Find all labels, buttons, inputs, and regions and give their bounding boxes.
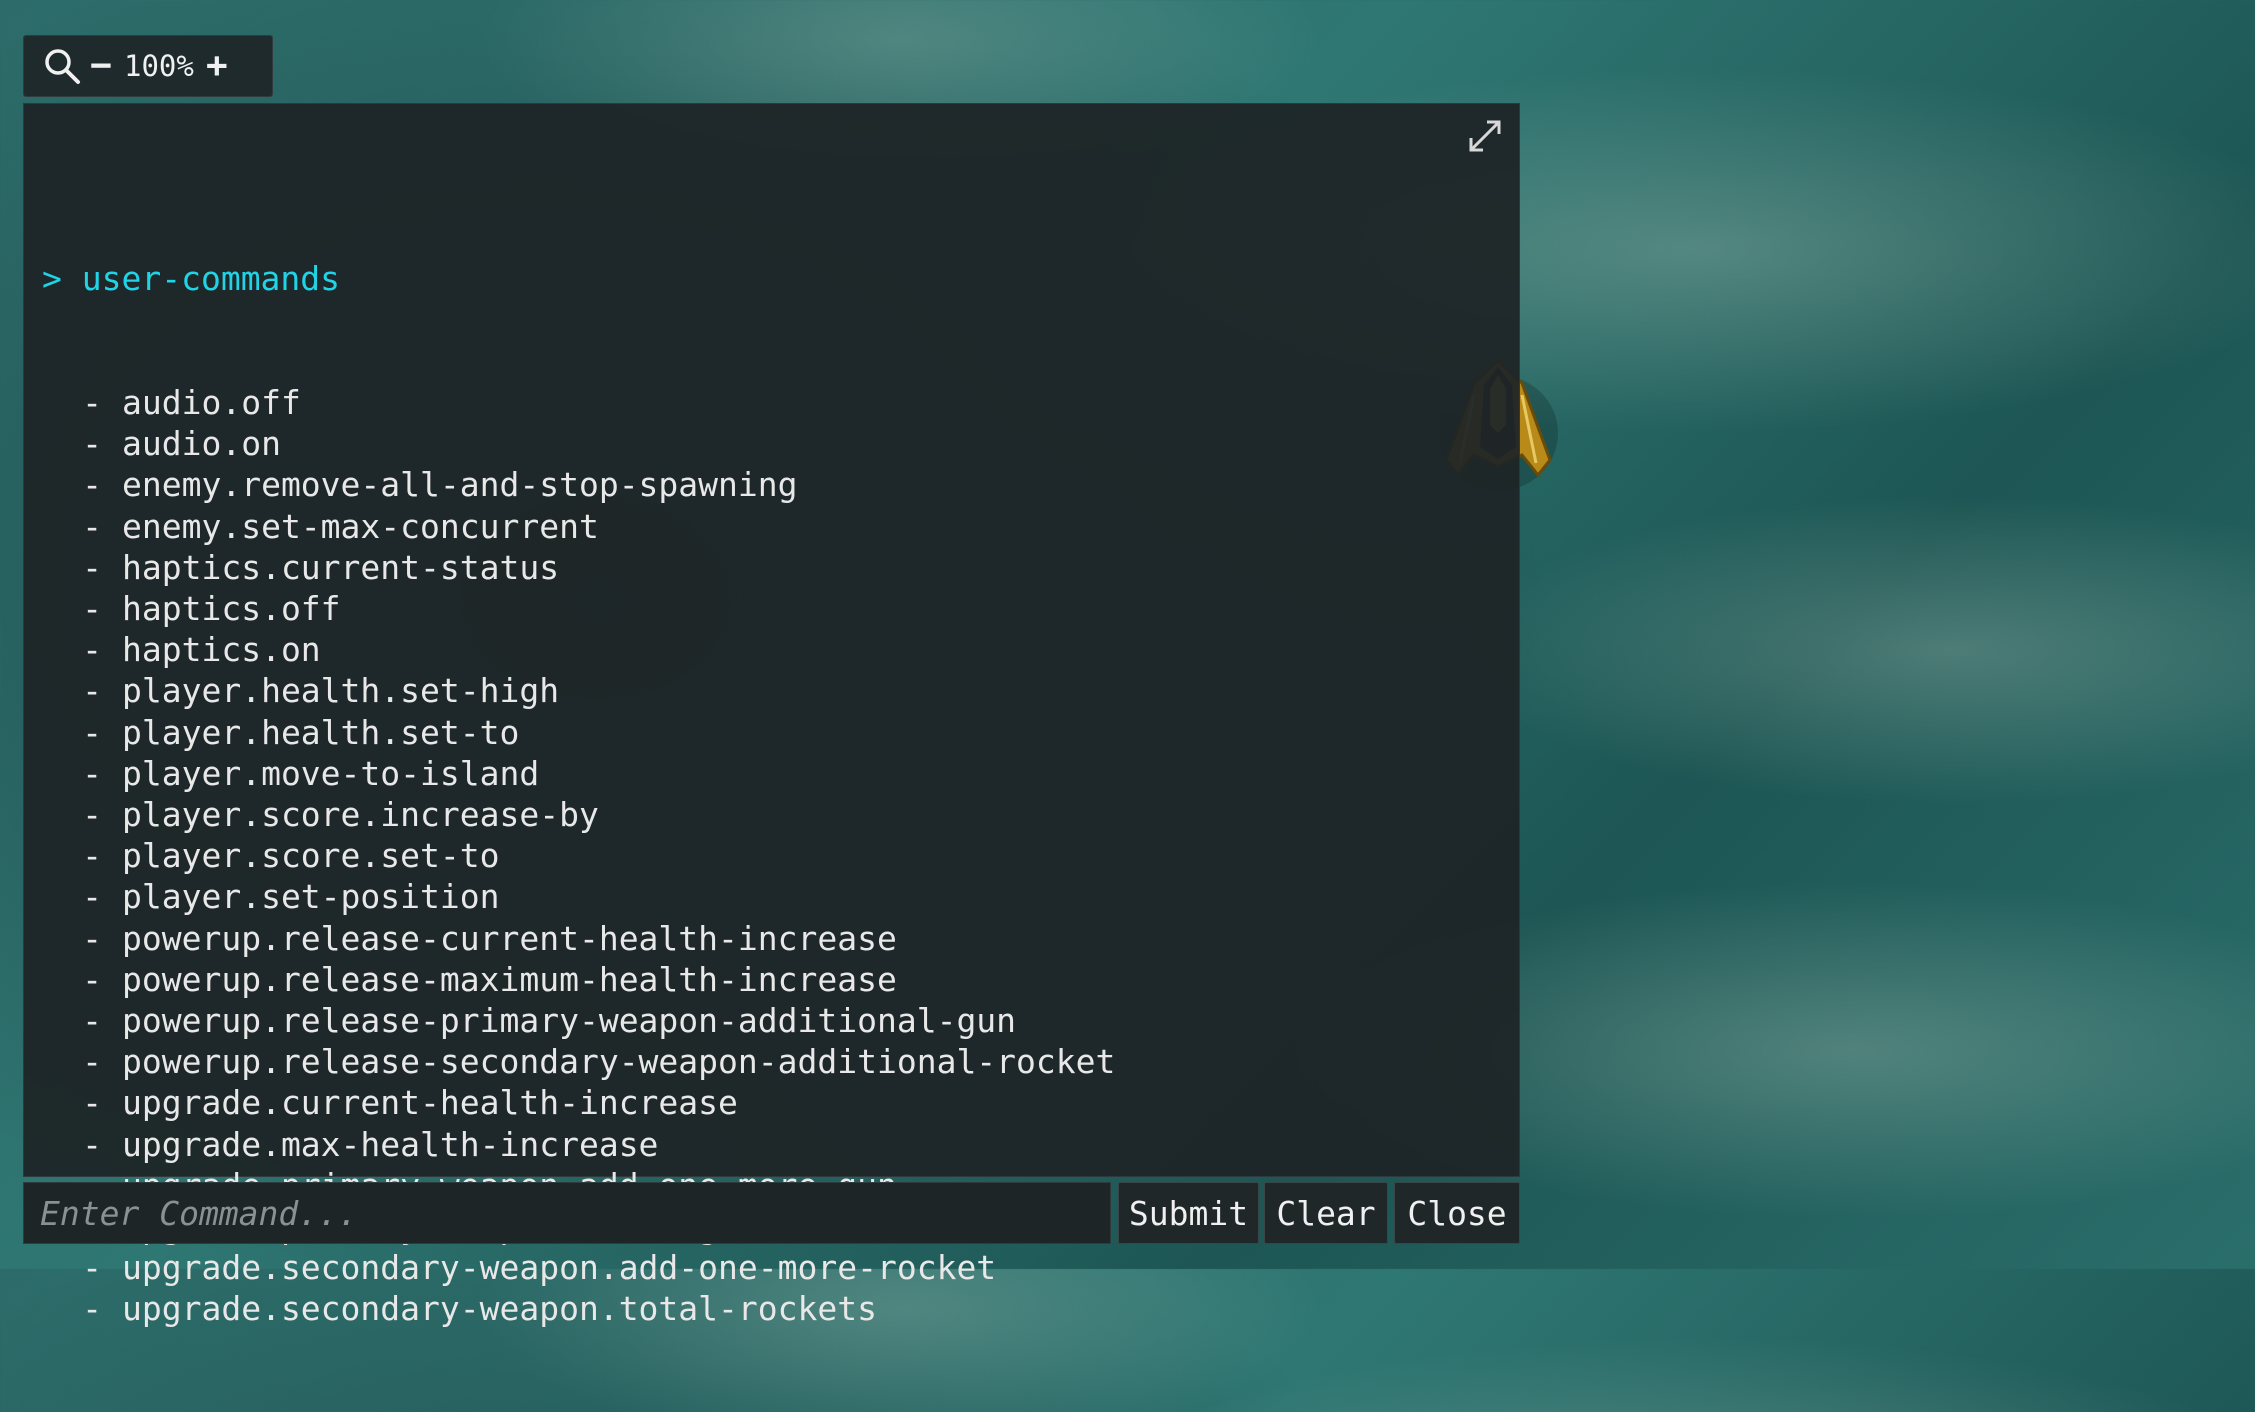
- list-bullet: -: [82, 1042, 102, 1082]
- command-name: audio.on: [122, 424, 281, 464]
- command-list-item: - haptics.off: [42, 588, 1499, 629]
- list-bullet: -: [82, 1083, 102, 1123]
- command-list-item: - player.health.set-to: [42, 712, 1499, 753]
- console-command-line: > user-commands: [42, 258, 1499, 299]
- zoom-in-button[interactable]: +: [200, 48, 234, 84]
- list-bullet: -: [82, 630, 102, 670]
- command-name: enemy.remove-all-and-stop-spawning: [122, 465, 798, 505]
- list-bullet: -: [82, 959, 102, 999]
- list-bullet: -: [82, 1289, 102, 1329]
- command-name: player.health.set-to: [122, 712, 520, 752]
- list-bullet: -: [82, 547, 102, 587]
- command-list-item: - haptics.on: [42, 629, 1499, 670]
- command-name: player.score.increase-by: [122, 795, 599, 835]
- zoom-control: − 100% +: [23, 35, 273, 97]
- list-bullet: -: [82, 712, 102, 752]
- list-bullet: -: [82, 1001, 102, 1041]
- command-name: audio.off: [122, 383, 301, 423]
- command-name: upgrade.secondary-weapon.add-one-more-ro…: [122, 1248, 997, 1288]
- entered-command: user-commands: [81, 259, 341, 299]
- command-console: > user-commands - audio.off - audio.on - enem…: [23, 103, 1520, 1328]
- command-input[interactable]: [23, 1182, 1111, 1244]
- command-list-item: - powerup.release-primary-weapon-addition…: [42, 1000, 1499, 1041]
- command-name: player.score.set-to: [122, 836, 500, 876]
- command-list-item: - player.move-to-island: [42, 753, 1499, 794]
- expand-icon[interactable]: [1461, 112, 1509, 160]
- command-list-item: - upgrade.current-health-increase: [42, 1082, 1499, 1123]
- command-list-item: - player.score.increase-by: [42, 794, 1499, 835]
- command-list-item: - player.set-position: [42, 876, 1499, 917]
- command-name: powerup.release-maximum-health-increase: [122, 959, 897, 999]
- command-list-item: - player.score.set-to: [42, 835, 1499, 876]
- command-name: haptics.current-status: [122, 547, 560, 587]
- list-bullet: -: [82, 671, 102, 711]
- command-list-item: - player.health.set-high: [42, 670, 1499, 711]
- command-list-item: - powerup.release-current-health-increase: [42, 918, 1499, 959]
- command-list-item: - powerup.release-maximum-health-increase: [42, 959, 1499, 1000]
- close-button[interactable]: Close: [1394, 1182, 1520, 1244]
- command-name: player.set-position: [122, 877, 500, 917]
- command-name: upgrade.max-health-increase: [122, 1124, 659, 1164]
- list-bullet: -: [82, 753, 102, 793]
- command-list-item: - enemy.set-max-concurrent: [42, 506, 1499, 547]
- list-bullet: -: [82, 918, 102, 958]
- list-bullet: -: [82, 836, 102, 876]
- command-list-item: - powerup.release-secondary-weapon-additi…: [42, 1041, 1499, 1082]
- list-bullet: -: [82, 1248, 102, 1288]
- command-name: player.health.set-high: [122, 671, 560, 711]
- list-bullet: -: [82, 1124, 102, 1164]
- command-list-item: - haptics.current-status: [42, 547, 1499, 588]
- command-list-item: - audio.on: [42, 423, 1499, 464]
- command-name: enemy.set-max-concurrent: [122, 506, 599, 546]
- command-name: powerup.release-secondary-weapon-additio…: [122, 1042, 1116, 1082]
- command-name: powerup.release-current-health-increase: [122, 918, 897, 958]
- command-list-item: - upgrade.max-health-increase: [42, 1124, 1499, 1165]
- list-bullet: -: [82, 424, 102, 464]
- command-name: upgrade.current-health-increase: [122, 1083, 738, 1123]
- clear-button[interactable]: Clear: [1264, 1182, 1388, 1244]
- command-list-item: - upgrade.secondary-weapon.total-rockets: [42, 1288, 1499, 1329]
- zoom-level: 100%: [124, 49, 194, 83]
- list-bullet: -: [82, 795, 102, 835]
- command-list-item: - enemy.remove-all-and-stop-spawning: [42, 464, 1499, 505]
- command-list-item: - upgrade.secondary-weapon.add-one-more-r…: [42, 1247, 1499, 1288]
- list-bullet: -: [82, 465, 102, 505]
- command-list-item: - audio.off: [42, 382, 1499, 423]
- list-bullet: -: [82, 383, 102, 423]
- submit-button[interactable]: Submit: [1118, 1182, 1259, 1244]
- zoom-out-button[interactable]: −: [84, 48, 118, 84]
- list-bullet: -: [82, 589, 102, 629]
- command-name: player.move-to-island: [122, 753, 540, 793]
- command-name: powerup.release-primary-weapon-additiona…: [122, 1001, 1017, 1041]
- prompt-symbol: >: [42, 259, 62, 299]
- search-icon[interactable]: [40, 44, 84, 88]
- command-name: upgrade.secondary-weapon.total-rockets: [122, 1289, 877, 1329]
- list-bullet: -: [82, 877, 102, 917]
- list-bullet: -: [82, 506, 102, 546]
- command-name: haptics.on: [122, 630, 321, 670]
- command-name: haptics.off: [122, 589, 341, 629]
